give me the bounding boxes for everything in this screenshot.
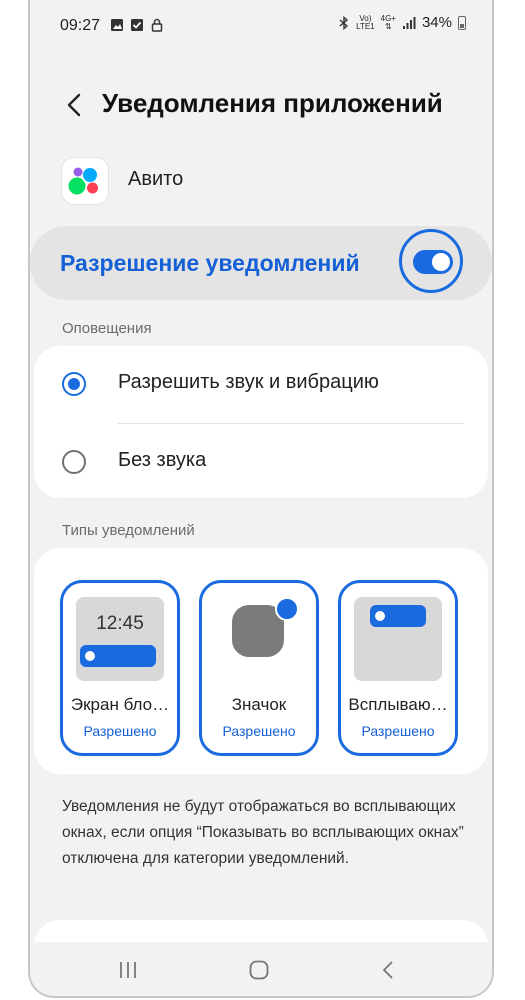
back-arrow-icon[interactable] xyxy=(60,90,90,120)
home-icon[interactable] xyxy=(247,958,271,982)
phone-screen: 09:27 Vo) LTE1 4G+ ⇅ 34% Уведомления при… xyxy=(28,0,494,998)
alerts-card: Разрешить звук и вибрацию Без звука xyxy=(34,346,488,498)
navigation-bar xyxy=(30,942,492,996)
type-name: Всплываю… xyxy=(348,695,448,714)
popup-bar-icon xyxy=(370,605,426,627)
type-tile-popup[interactable]: Всплываю… Разрешено xyxy=(338,580,458,756)
bluetooth-icon xyxy=(339,15,349,30)
popup-preview xyxy=(354,597,442,681)
permission-label: Разрешение уведомлений xyxy=(60,250,360,276)
permission-row[interactable]: Разрешение уведомлений xyxy=(30,226,492,300)
radio-button-selected[interactable] xyxy=(62,372,86,396)
gallery-icon xyxy=(111,19,123,31)
avito-logo-icon xyxy=(68,167,98,195)
status-bar: 09:27 Vo) LTE1 4G+ ⇅ 34% xyxy=(30,0,492,54)
radio-button[interactable] xyxy=(62,450,86,474)
type-name: Экран бло… xyxy=(70,695,170,714)
preview-time: 12:45 xyxy=(96,613,144,634)
status-time: 09:27 xyxy=(60,17,101,34)
info-note: Уведомления не будут отображаться во всп… xyxy=(62,798,464,867)
types-section-label: Типы уведомлений xyxy=(62,522,195,539)
radio-label-sound: Разрешить звук и вибрацию xyxy=(118,371,379,393)
alerts-section-label: Оповещения xyxy=(62,320,152,337)
lock-screen-preview: 12:45 xyxy=(76,597,164,681)
type-tile-badge[interactable]: Значок Разрешено xyxy=(199,580,319,756)
radio-label-silent: Без звука xyxy=(118,449,207,471)
volte-indicator: Vo) LTE1 xyxy=(356,13,375,31)
notification-bar-icon xyxy=(80,645,156,667)
divider xyxy=(118,423,464,424)
battery-icon xyxy=(458,15,466,30)
radio-option-sound[interactable]: Разрешить звук и вибрацию xyxy=(34,350,488,420)
type-status: Разрешено xyxy=(361,723,435,739)
type-status: Разрешено xyxy=(83,723,157,739)
avito-app-icon xyxy=(62,158,108,204)
radio-option-silent[interactable]: Без звука xyxy=(34,428,488,498)
permission-toggle[interactable] xyxy=(413,250,453,274)
status-right: Vo) LTE1 4G+ ⇅ 34% xyxy=(338,14,466,31)
type-status: Разрешено xyxy=(222,723,296,739)
toggle-highlight xyxy=(399,229,463,293)
lock-icon xyxy=(151,18,163,32)
battery-percent: 34% xyxy=(421,14,452,31)
back-nav-icon[interactable] xyxy=(377,958,401,982)
type-tile-lock-screen[interactable]: 12:45 Экран бло… Разрешено xyxy=(60,580,180,756)
network-type: 4G+ ⇅ xyxy=(380,13,396,31)
checkbox-icon xyxy=(131,19,143,31)
badge-dot-icon xyxy=(275,597,299,621)
signal-icon xyxy=(402,16,416,29)
app-name: Авито xyxy=(128,168,184,190)
type-name: Значок xyxy=(231,695,287,714)
page-title: Уведомления приложений xyxy=(102,88,443,118)
recent-apps-icon[interactable] xyxy=(116,958,140,982)
types-card: 12:45 Экран бло… Разрешено Значок Разреш… xyxy=(34,548,488,774)
